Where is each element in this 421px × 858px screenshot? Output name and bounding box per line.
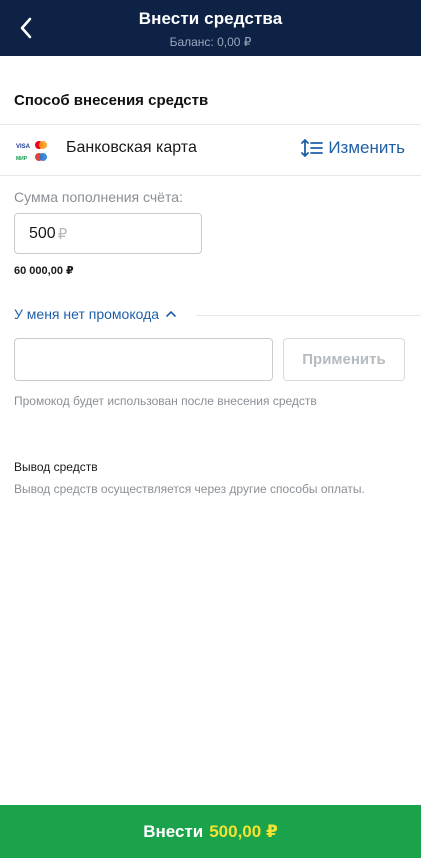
payment-method-section-title: Способ внесения средств [14, 92, 209, 109]
payment-method-label: Банковская карта [66, 139, 197, 156]
promo-note: Промокод будет использован после внесени… [14, 394, 317, 408]
header-bar: Внести средства Баланс: 0,00 ₽ [0, 0, 421, 56]
promo-toggle[interactable]: У меня нет промокода [14, 306, 185, 322]
chevron-up-icon [166, 311, 176, 317]
max-amount-label: 60 000,00 ₽ [14, 265, 74, 277]
withdraw-title: Вывод средств [14, 460, 98, 474]
card-logos-icon: VISA МИР [16, 141, 47, 162]
withdraw-description: Вывод средств осуществляется через други… [14, 482, 365, 496]
change-method-button[interactable]: Изменить [301, 138, 405, 158]
payment-method-row[interactable]: VISA МИР Банковская карта Изменить [0, 126, 421, 174]
promo-toggle-label: У меня нет промокода [14, 306, 160, 322]
submit-amount: 500,00 ₽ [209, 821, 278, 841]
divider [196, 315, 421, 316]
submit-deposit-button[interactable]: Внести 500,00 ₽ [0, 805, 421, 858]
page-title: Внести средства [138, 9, 283, 28]
divider [0, 175, 421, 176]
amount-input[interactable]: 500 ₽ [14, 213, 202, 254]
sort-lines-icon [301, 139, 324, 157]
submit-label: Внести [143, 821, 204, 841]
divider [0, 124, 421, 125]
apply-promo-button[interactable]: Применить [283, 338, 405, 381]
change-method-label: Изменить [328, 138, 405, 157]
visa-logo-text: VISA [16, 144, 31, 150]
promo-code-input[interactable] [14, 338, 273, 381]
amount-currency: ₽ [57, 225, 68, 243]
amount-value: 500 [29, 224, 56, 242]
balance-label: Баланс: 0,00 ₽ [169, 35, 252, 49]
mir-logo-text: МИР [16, 156, 28, 162]
amount-label: Сумма пополнения счёта: [14, 189, 183, 205]
